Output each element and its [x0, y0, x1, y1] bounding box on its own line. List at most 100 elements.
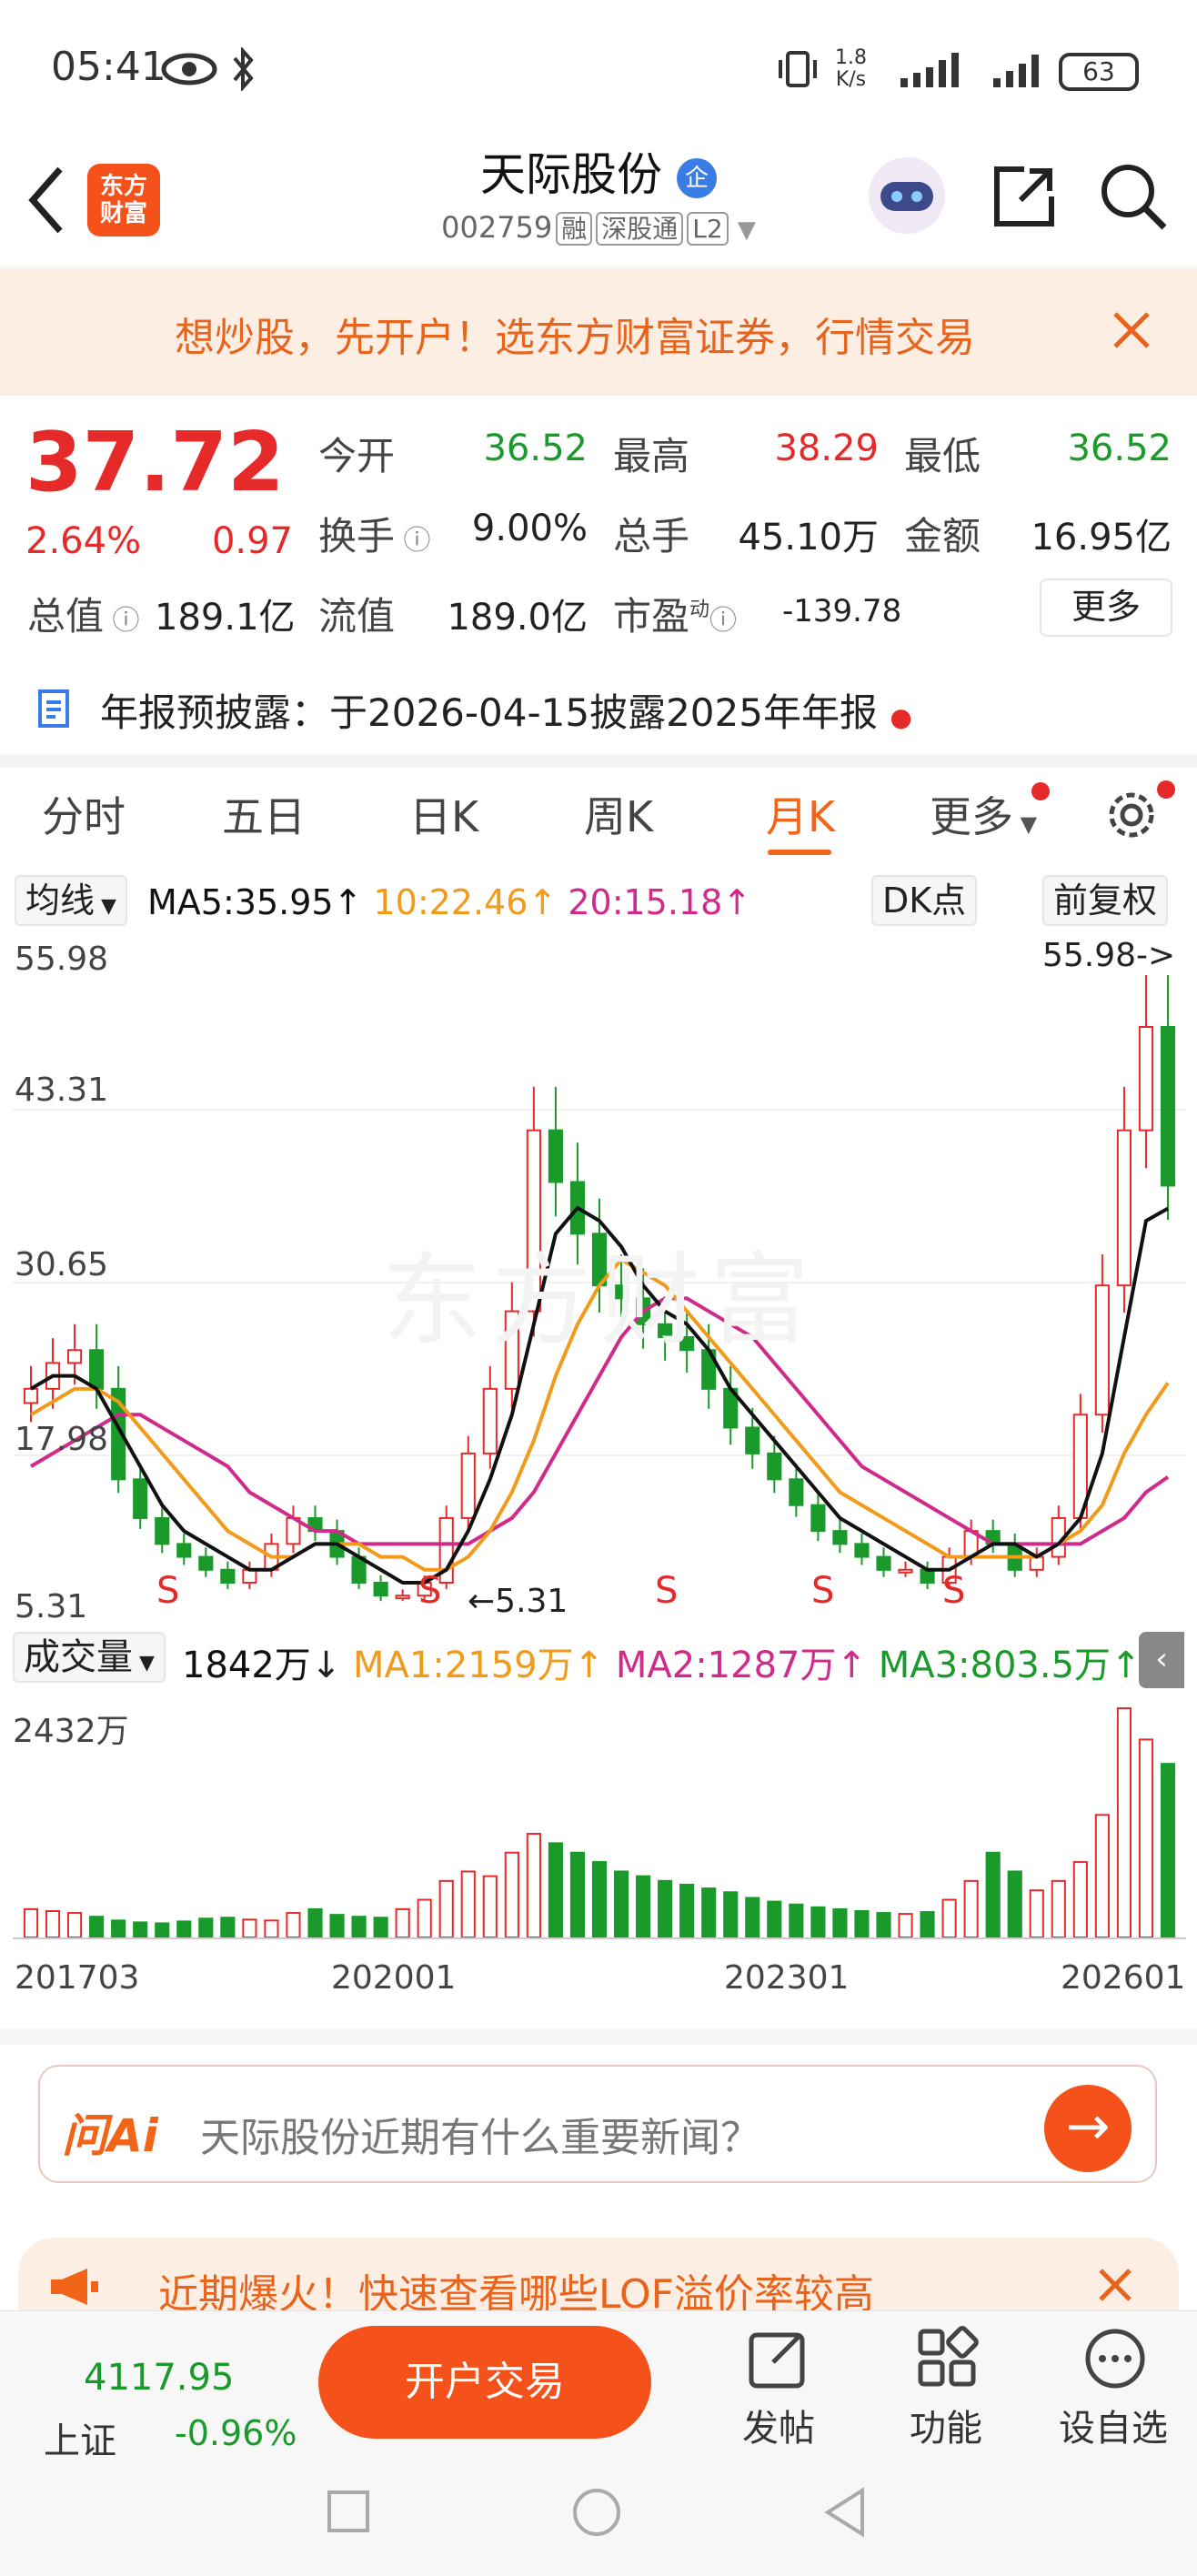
pe-label: 市盈动ⓘ: [613, 594, 738, 639]
volume-bar: [941, 1898, 957, 1938]
open-label: 今开: [318, 434, 396, 478]
y-tick: 17.98: [15, 1421, 109, 1458]
volume-bar: [548, 1842, 563, 1938]
gear-icon[interactable]: [1102, 786, 1161, 844]
tab-more[interactable]: 更多 ▼: [930, 784, 1037, 844]
back-icon[interactable]: [822, 2487, 868, 2538]
low-label: 最低: [904, 434, 981, 478]
high-value: 38.29: [774, 428, 879, 469]
arrow-right-icon[interactable]: →: [1044, 2085, 1132, 2172]
volume-bar: [591, 1861, 608, 1939]
volume-bar: [504, 1851, 519, 1938]
more-button[interactable]: 更多: [1040, 579, 1172, 637]
candle-body: [482, 1387, 498, 1454]
volume-bar: [460, 1870, 476, 1938]
share-icon[interactable]: [988, 160, 1061, 233]
search-icon[interactable]: [1097, 160, 1170, 233]
index-pct[interactable]: -0.96%: [175, 2413, 297, 2453]
volume-bar: [985, 1851, 1001, 1938]
volume-bar: [482, 1875, 498, 1938]
volume-bar: [876, 1912, 891, 1938]
float-value: 189.0亿: [447, 597, 588, 639]
pe-value: -139.78: [782, 593, 902, 629]
adjust-selector[interactable]: 前复权: [1042, 875, 1169, 926]
status-bar: 05:41 1.8 K/s 63: [0, 0, 1197, 136]
y-tick: 5.31: [15, 1588, 88, 1625]
ma-values: MA5:35.95↑ 10:22.46↑ 20:15.18↑: [147, 882, 752, 922]
ai-question-box[interactable]: 问Ai 天际股份近期有什么重要新闻？ →: [38, 2065, 1157, 2183]
dk-point-selector[interactable]: DK点: [871, 875, 978, 926]
volume-bar: [1007, 1870, 1022, 1938]
mktcap-value: 189.1亿: [155, 597, 296, 639]
current-price: 37.72: [25, 415, 285, 510]
candle-body: [1116, 1129, 1132, 1287]
volume-chart[interactable]: [13, 1694, 1186, 1941]
volume-label: 总手: [613, 514, 690, 558]
add-watchlist-label[interactable]: 设自选: [1059, 2399, 1168, 2451]
turnover-label: 换手 ⓘ: [318, 514, 431, 558]
turnover-value: 9.00%: [471, 508, 588, 549]
candle-body: [1138, 1025, 1154, 1132]
candle-body: [832, 1530, 848, 1545]
candle-body: [395, 1595, 410, 1600]
tab-5day[interactable]: 五日: [222, 784, 306, 844]
network-speed: 1.8 K/s: [835, 46, 867, 91]
candle-body: [89, 1349, 105, 1390]
volume-bar: [526, 1833, 541, 1938]
candle-body: [198, 1555, 214, 1571]
amount-value: 16.95亿: [1031, 517, 1172, 558]
candle-body: [1094, 1284, 1110, 1416]
candle-body: [810, 1504, 826, 1533]
price-pct: 2.64%: [25, 520, 142, 562]
volume-bar: [307, 1907, 323, 1938]
robot-assistant-icon[interactable]: [866, 155, 948, 236]
volume-bar: [767, 1900, 782, 1938]
more-dots-icon[interactable]: [1082, 2326, 1148, 2391]
volume-value: 45.10万: [738, 517, 879, 558]
tab-daily-k[interactable]: 日K: [409, 784, 478, 844]
tab-minute[interactable]: 分时: [42, 784, 126, 844]
indicator-selector[interactable]: 均线 ▼: [15, 875, 127, 926]
volume-bar: [438, 1879, 454, 1938]
trade-button[interactable]: 开户交易: [318, 2326, 651, 2439]
report-notice[interactable]: 年报预披露：于2026-04-15披露2025年年报 ●: [100, 682, 912, 738]
date-tick: 202001: [331, 1959, 457, 1997]
volume-bar: [67, 1912, 83, 1938]
volume-selector[interactable]: 成交量 ▼: [13, 1632, 166, 1683]
sell-signal: S: [655, 1570, 679, 1612]
volume-bar: [920, 1911, 935, 1938]
recents-icon[interactable]: [326, 2489, 371, 2534]
volume-bar: [613, 1870, 629, 1938]
post-label[interactable]: 发帖: [742, 2399, 815, 2451]
volume-bar: [417, 1898, 432, 1938]
home-icon[interactable]: [571, 2487, 622, 2538]
collapse-panel-button[interactable]: ‹: [1139, 1632, 1184, 1688]
grid-icon[interactable]: [915, 2326, 981, 2391]
open-account-banner[interactable]: 想炒股，先开户！选东方财富证券，行情交易: [0, 268, 1197, 396]
tab-weekly-k[interactable]: 周K: [584, 784, 653, 844]
close-icon[interactable]: [1097, 2267, 1133, 2303]
volume-bar: [351, 1916, 367, 1939]
volume-bar: [89, 1916, 105, 1939]
system-navigation: [0, 2456, 1197, 2576]
volume-bar: [133, 1921, 148, 1938]
sell-signal: S: [156, 1570, 180, 1612]
volume-bar: [1051, 1879, 1066, 1938]
candle-body: [23, 1387, 39, 1404]
volume-bar: [264, 1919, 279, 1938]
price-change: 0.97: [211, 520, 293, 562]
volume-bar: [1072, 1861, 1088, 1939]
min-marker: ←5.31: [468, 1583, 568, 1620]
close-icon[interactable]: [1112, 310, 1152, 350]
high-label: 最高: [613, 434, 690, 478]
enterprise-badge: 企: [676, 157, 717, 198]
bluetooth-icon: [233, 47, 254, 91]
volume-bar: [329, 1914, 345, 1938]
edit-icon[interactable]: [746, 2326, 811, 2391]
amount-label: 金额: [904, 514, 981, 558]
volume-bar: [23, 1907, 39, 1938]
red-dot: [1157, 780, 1175, 799]
index-value[interactable]: 4117.95: [84, 2357, 234, 2399]
function-label[interactable]: 功能: [910, 2399, 982, 2451]
tab-monthly-k[interactable]: 月K: [766, 784, 835, 844]
